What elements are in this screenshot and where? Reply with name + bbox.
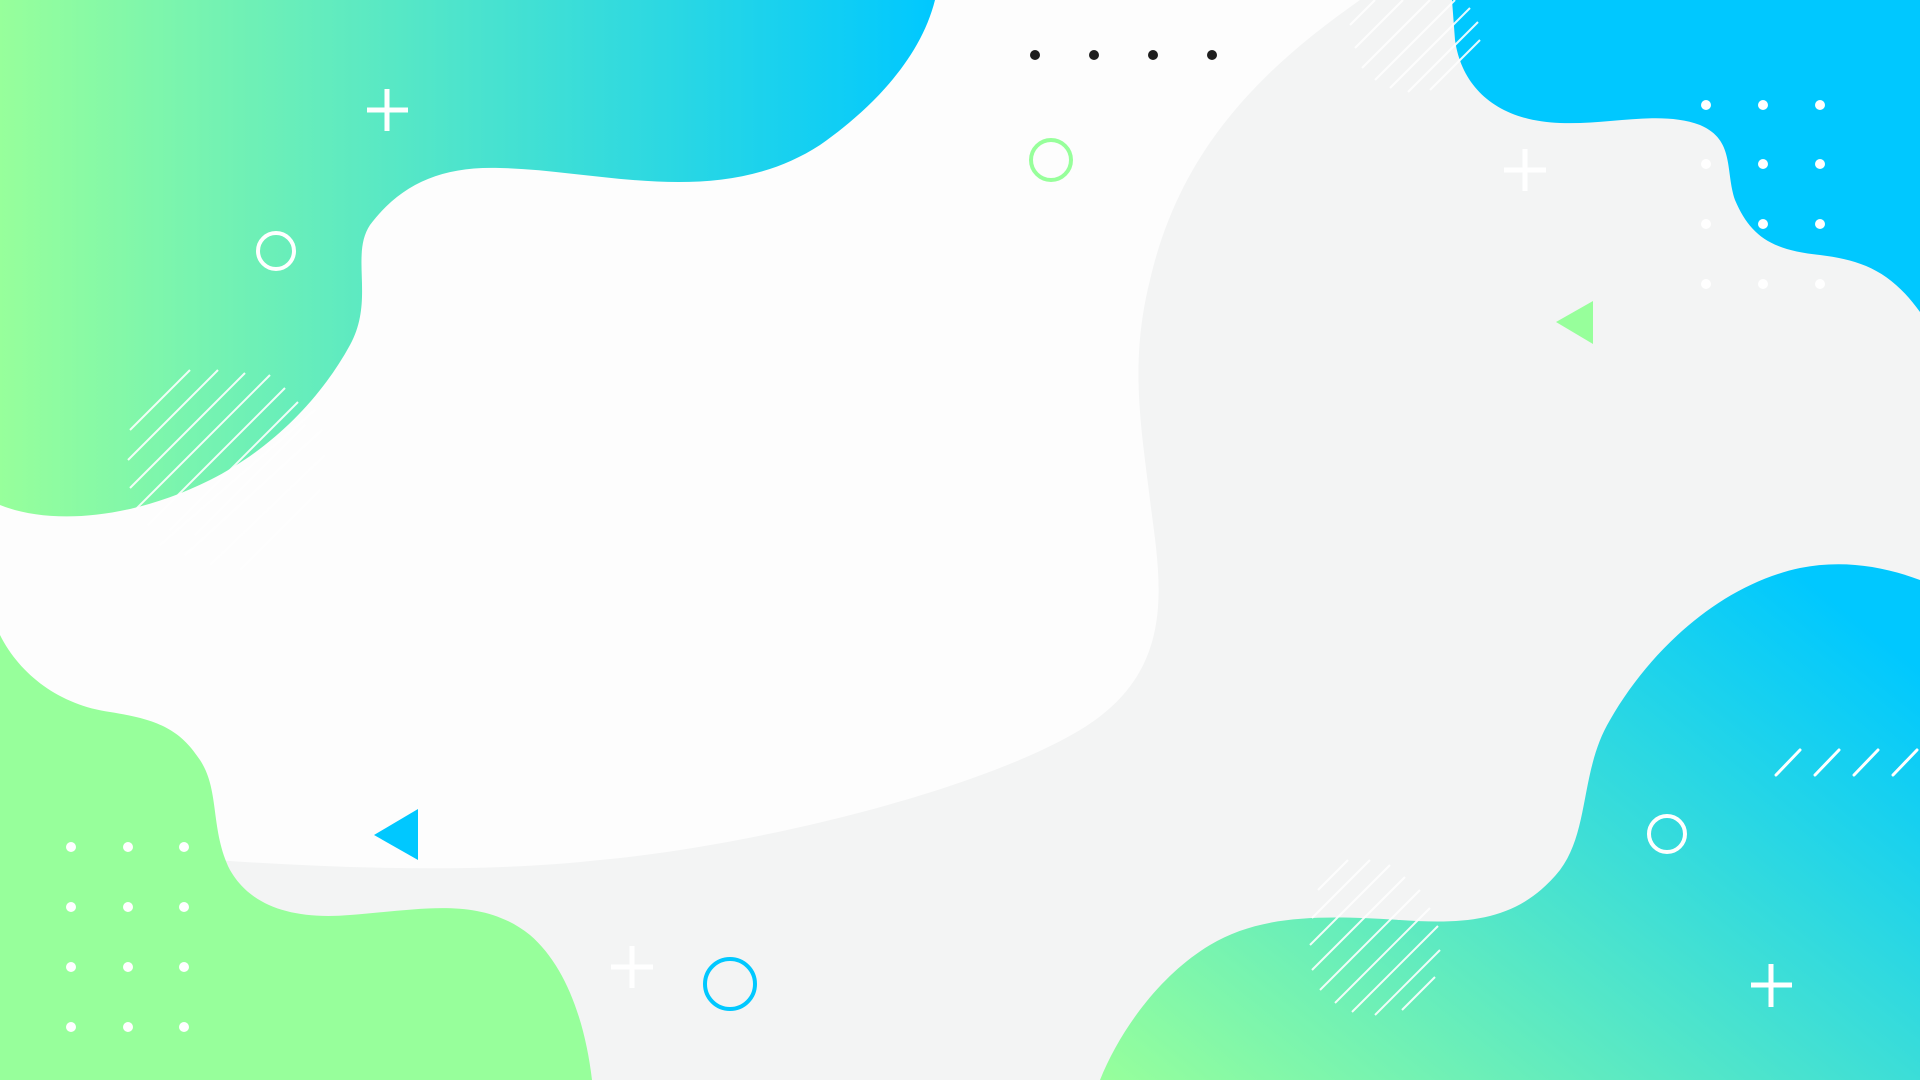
background-art	[0, 0, 1920, 1080]
abstract-background	[0, 0, 1920, 1080]
